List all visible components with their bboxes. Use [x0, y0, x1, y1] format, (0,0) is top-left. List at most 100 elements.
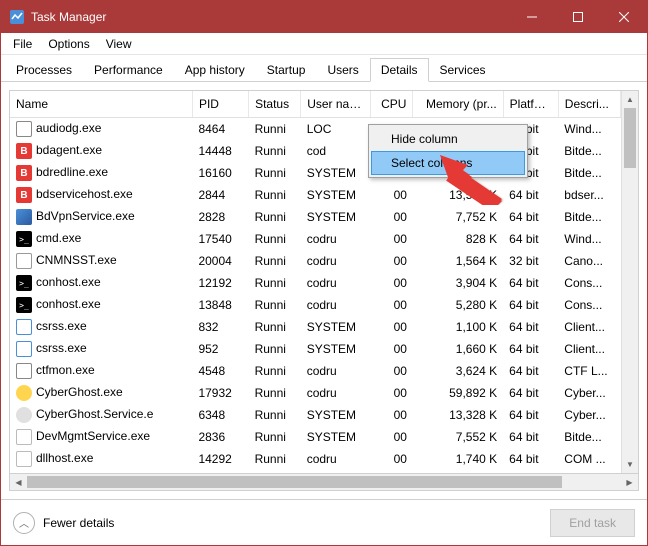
process-name: bdagent.exe — [36, 143, 102, 157]
cell-pid: 2828 — [192, 206, 248, 228]
cell-cpu: 00 — [371, 426, 413, 448]
table-row[interactable]: dllhost.exe14292Runnicodru001,740 K64 bi… — [10, 448, 621, 470]
table-row[interactable]: Bbdredline.exe16160RunniSYSTEM001,936 K6… — [10, 162, 621, 184]
table-row[interactable]: csrss.exe832RunniSYSTEM001,100 K64 bitCl… — [10, 316, 621, 338]
cell-memory: 7,552 K — [413, 426, 503, 448]
minimize-button[interactable] — [509, 1, 555, 33]
table-row[interactable]: >_cmd.exe17540Runnicodru00828 K64 bitWin… — [10, 228, 621, 250]
cell-description: CTF L... — [558, 360, 620, 382]
end-task-button[interactable]: End task — [550, 509, 635, 537]
cell-user: SYSTEM — [301, 316, 371, 338]
cell-memory: 13,328 K — [413, 404, 503, 426]
menubar: File Options View — [1, 33, 647, 55]
cell-pid: 8464 — [192, 118, 248, 141]
table-row[interactable]: csrss.exe952RunniSYSTEM001,660 K64 bitCl… — [10, 338, 621, 360]
hscroll-thumb[interactable] — [27, 476, 562, 488]
scroll-up-icon[interactable]: ▲ — [622, 91, 638, 108]
table-row[interactable]: Bbdagent.exe14448Runnicod... K64 bitBitd… — [10, 140, 621, 162]
cell-user: SYSTEM — [301, 162, 371, 184]
app-icon — [9, 9, 25, 25]
tab-services[interactable]: Services — [429, 58, 497, 82]
menu-view[interactable]: View — [98, 35, 140, 53]
cell-memory: 1,660 K — [413, 338, 503, 360]
tab-users[interactable]: Users — [316, 58, 369, 82]
cell-description: Bitde... — [558, 140, 620, 162]
process-icon — [16, 319, 32, 335]
process-icon: >_ — [16, 231, 32, 247]
cell-platform: 64 bit — [503, 426, 558, 448]
scroll-down-icon[interactable]: ▼ — [622, 456, 638, 473]
cell-description: Bitde... — [558, 426, 620, 448]
cell-description: Cyber... — [558, 382, 620, 404]
table-row[interactable]: CyberGhost.exe17932Runnicodru0059,892 K6… — [10, 382, 621, 404]
col-pid[interactable]: PID — [192, 91, 248, 118]
col-platform[interactable]: Platform — [503, 91, 558, 118]
table-row[interactable]: CyberGhost.Service.e6348RunniSYSTEM0013,… — [10, 404, 621, 426]
cell-status: Runni — [249, 404, 301, 426]
cell-description: Client... — [558, 316, 620, 338]
process-name: csrss.exe — [36, 341, 87, 355]
table-row[interactable]: ctfmon.exe4548Runnicodru003,624 K64 bitC… — [10, 360, 621, 382]
tab-processes[interactable]: Processes — [5, 58, 83, 82]
process-icon: B — [16, 165, 32, 181]
cell-platform: 64 bit — [503, 184, 558, 206]
close-button[interactable] — [601, 1, 647, 33]
menu-file[interactable]: File — [5, 35, 40, 53]
table-row[interactable]: audiodg.exe8464RunniLOC... K64 bitWind..… — [10, 118, 621, 141]
cell-user: SYSTEM — [301, 184, 371, 206]
col-cpu[interactable]: CPU — [371, 91, 413, 118]
cell-platform: 32 bit — [503, 250, 558, 272]
maximize-button[interactable] — [555, 1, 601, 33]
col-memory[interactable]: Memory (pr... — [413, 91, 503, 118]
table-row[interactable]: >_conhost.exe12192Runnicodru003,904 K64 … — [10, 272, 621, 294]
cell-pid: 16160 — [192, 162, 248, 184]
vertical-scrollbar[interactable]: ▲ ▼ — [621, 91, 638, 473]
cell-cpu: 00 — [371, 404, 413, 426]
cell-description: Wind... — [558, 228, 620, 250]
fewer-details-button[interactable]: ︿ Fewer details — [13, 512, 114, 534]
cell-pid: 14292 — [192, 448, 248, 470]
col-status[interactable]: Status — [249, 91, 301, 118]
process-icon — [16, 209, 32, 225]
scroll-right-icon[interactable]: ▶ — [621, 474, 638, 490]
cell-status: Runni — [249, 316, 301, 338]
cell-user: cod — [301, 140, 371, 162]
cell-pid: 2844 — [192, 184, 248, 206]
menu-options[interactable]: Options — [40, 35, 97, 53]
tab-performance[interactable]: Performance — [83, 58, 174, 82]
process-name: CyberGhost.exe — [36, 385, 123, 399]
table-row[interactable]: Bbdservicehost.exe2844RunniSYSTEM0013,52… — [10, 184, 621, 206]
scroll-thumb[interactable] — [624, 108, 636, 168]
tab-startup[interactable]: Startup — [256, 58, 317, 82]
cell-description: bdser... — [558, 184, 620, 206]
cell-status: Runni — [249, 382, 301, 404]
details-grid: Name PID Status User name CPU Memory (pr… — [9, 90, 639, 474]
cell-memory: 1,564 K — [413, 250, 503, 272]
cell-platform: 64 bit — [503, 294, 558, 316]
scroll-left-icon[interactable]: ◀ — [10, 474, 27, 490]
cell-platform: 64 bit — [503, 360, 558, 382]
titlebar[interactable]: Task Manager — [1, 1, 647, 33]
table-row[interactable]: DevMgmtService.exe2836RunniSYSTEM007,552… — [10, 426, 621, 448]
cell-user: codru — [301, 228, 371, 250]
table-row[interactable]: CNMNSST.exe20004Runnicodru001,564 K32 bi… — [10, 250, 621, 272]
table-row[interactable]: >_conhost.exe13848Runnicodru005,280 K64 … — [10, 294, 621, 316]
cell-memory: 828 K — [413, 228, 503, 250]
cell-cpu: 00 — [371, 316, 413, 338]
menu-select-columns[interactable]: Select columns — [371, 151, 525, 175]
table-row[interactable]: BdVpnService.exe2828RunniSYSTEM007,752 K… — [10, 206, 621, 228]
cell-pid: 12192 — [192, 272, 248, 294]
cell-pid: 17932 — [192, 382, 248, 404]
cell-pid: 13848 — [192, 294, 248, 316]
tab-app-history[interactable]: App history — [174, 58, 256, 82]
col-name[interactable]: Name — [10, 91, 192, 118]
cell-platform: 64 bit — [503, 272, 558, 294]
process-icon — [16, 385, 32, 401]
col-user[interactable]: User name — [301, 91, 371, 118]
process-name: cmd.exe — [36, 231, 81, 245]
horizontal-scrollbar[interactable]: ◀ ▶ — [9, 474, 639, 491]
col-description[interactable]: Descri... — [558, 91, 620, 118]
cell-pid: 952 — [192, 338, 248, 360]
tab-details[interactable]: Details — [370, 58, 429, 82]
menu-hide-column[interactable]: Hide column — [371, 127, 525, 151]
